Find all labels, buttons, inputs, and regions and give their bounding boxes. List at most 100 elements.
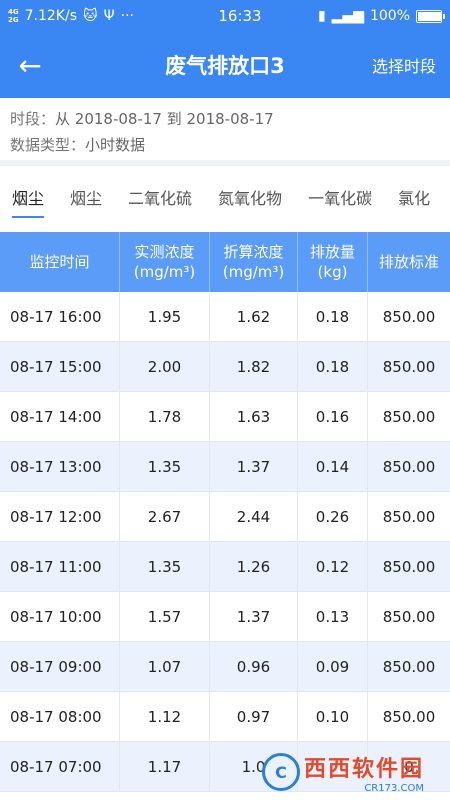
table-body: 08-17 16:00 1.95 1.62 0.18 850.00 08-17 15:00… [0,292,450,792]
pollutant-tabs: 烟尘 烟尘 二氧化硫 氮氧化物 一氧化碳 氯化 [0,166,450,228]
network-2g-label: 2G [8,16,19,24]
header-monitor-time-label: 监控时间 [29,253,90,271]
arrow-left-icon: ← [18,48,42,82]
header-emission-standard: 排放标准 [368,232,450,292]
period-line: 时段：从 2018-08-17 到 2018-08-17 [10,106,440,132]
cell-amount: 0.10 [298,692,368,741]
cell-converted: 1.62 [210,292,298,341]
tab-smoke-dust-2[interactable]: 烟尘 [70,166,102,228]
cell-time: 08-17 12:00 [0,492,120,541]
header-emission-amount-unit: (kg) [317,263,348,281]
cell-time: 08-17 09:00 [0,642,120,691]
watermark-logo-icon: C [262,753,300,791]
period-label: 时段： [10,110,56,128]
tab-sulfur-dioxide[interactable]: 二氧化硫 [128,166,192,228]
type-label: 数据类型： [10,136,86,154]
battery-fill [418,11,442,21]
cell-standard: 850.00 [382,607,436,626]
table-header: 监控时间 实测浓度 (mg/m³) 折算浓度 (mg/m³) 排放量 (kg) 排放标… [0,232,450,292]
header-measured-conc: 实测浓度 (mg/m³) [120,232,210,292]
cell-measured: 1.95 [120,292,210,341]
cell-time: 08-17 13:00 [0,442,120,491]
app-header: 4G 2G 7.12K/s 🐱 Ψ ··· 16:33 ▮ ▂▄▆ 100% ←… [0,0,450,98]
cell-amount: 0.12 [298,542,368,591]
cell-measured: 1.57 [120,592,210,641]
header-emission-amount-label: 排放量 [309,243,355,261]
cell-converted: 1.37 [210,442,298,491]
cell-time: 08-17 08:00 [0,692,120,741]
cell-standard: 850.00 [382,557,436,576]
cell-measured: 1.07 [120,642,210,691]
table-row: 08-17 11:00 1.35 1.26 0.12 850.00 [0,542,450,592]
table-row: 08-17 15:00 2.00 1.82 0.18 850.00 [0,342,450,392]
header-converted-conc-unit: (mg/m³) [222,263,285,281]
cell-standard: 850.00 [382,357,436,376]
site-watermark: C 西西软件园 CR173.COM [262,750,444,794]
watermark-main: 西西软件园 [304,756,425,782]
cell-time: 08-17 14:00 [0,392,120,441]
type-value: 小时数据 [85,136,146,154]
watermark-sub: CR173.COM [364,782,425,794]
cell-amount: 0.18 [298,292,368,341]
cell-measured: 1.35 [120,442,210,491]
table-row: 08-17 13:00 1.35 1.37 0.14 850.00 [0,442,450,492]
cell-amount: 0.16 [298,392,368,441]
cell-measured: 1.12 [120,692,210,741]
signal-icon: ▂▄▆ [331,8,364,24]
cell-standard: 850.00 [382,407,436,426]
table-row: 08-17 16:00 1.95 1.62 0.18 850.00 [0,292,450,342]
network-4g-label: 4G [8,8,19,16]
cell-time: 08-17 11:00 [0,542,120,591]
cell-amount: 0.13 [298,592,368,641]
cell-converted: 1.26 [210,542,298,591]
cell-standard: 850.00 [382,657,436,676]
tab-smoke-dust-1[interactable]: 烟尘 [12,166,45,228]
battery-icon [416,9,445,23]
header-measured-conc-unit: (mg/m³) [133,263,196,281]
tab-chloride[interactable]: 氯化 [398,166,430,228]
cell-time: 08-17 16:00 [0,292,120,341]
query-info: 时段：从 2018-08-17 到 2018-08-17 数据类型：小时数据 [0,98,450,160]
network-speed: 7.12K/s [24,8,77,24]
cat-icon: 🐱 [83,8,98,24]
status-bar: 4G 2G 7.12K/s 🐱 Ψ ··· 16:33 ▮ ▂▄▆ 100% [0,0,450,32]
cell-time: 08-17 10:00 [0,592,120,641]
header-converted-conc-label: 折算浓度 [223,243,284,261]
cell-amount: 0.09 [298,642,368,691]
table-row: 08-17 08:00 1.12 0.97 0.10 850.00 [0,692,450,742]
table-row: 08-17 09:00 1.07 0.96 0.09 850.00 [0,642,450,692]
header-converted-conc: 折算浓度 (mg/m³) [210,232,298,292]
cell-standard: 850.00 [382,307,436,326]
type-line: 数据类型：小时数据 [10,132,440,158]
emission-table: 监控时间 实测浓度 (mg/m³) 折算浓度 (mg/m³) 排放量 (kg) 排放标… [0,232,450,792]
tab-nitrogen-oxides[interactable]: 氮氧化物 [218,166,282,228]
cell-amount: 0.14 [298,442,368,491]
tab-carbon-monoxide[interactable]: 一氧化碳 [308,166,372,228]
cell-measured: 1.78 [120,392,210,441]
select-period-button[interactable]: 选择时段 [372,53,450,77]
cell-converted: 2.44 [210,492,298,541]
cell-converted: 0.97 [210,692,298,741]
cell-converted: 1.63 [210,392,298,441]
cell-standard: 850.00 [382,507,436,526]
cell-converted: 0.96 [210,642,298,691]
cell-measured: 2.00 [120,342,210,391]
cell-measured: 1.17 [120,742,210,791]
cell-time: 08-17 07:00 [0,742,120,791]
table-row: 08-17 10:00 1.57 1.37 0.13 850.00 [0,592,450,642]
cell-standard: 850.00 [382,457,436,476]
cell-amount: 0.18 [298,342,368,391]
network-type-icon: 4G 2G [8,8,19,24]
cell-standard: 850.00 [382,707,436,726]
more-dots-icon: ··· [120,8,134,24]
nav-bar: ← 废气排放口3 选择时段 [0,32,450,98]
usb-icon: Ψ [103,8,115,24]
cell-amount: 0.26 [298,492,368,541]
header-monitor-time: 监控时间 [0,232,120,292]
status-right: ▮ ▂▄▆ 100% [302,8,445,24]
period-value: 从 2018-08-17 到 2018-08-17 [55,110,274,128]
cell-time: 08-17 15:00 [0,342,120,391]
watermark-text: 西西软件园 CR173.COM [304,751,424,794]
back-button[interactable]: ← [0,32,60,98]
cell-measured: 2.67 [120,492,210,541]
